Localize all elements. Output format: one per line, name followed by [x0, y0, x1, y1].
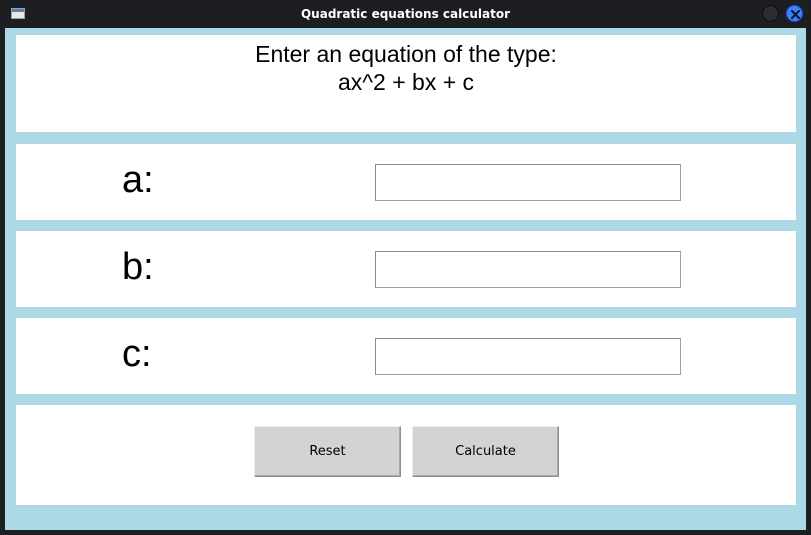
calculate-button[interactable]: Calculate — [412, 426, 559, 477]
coefficient-b-row: b: — [16, 231, 796, 307]
title-bar[interactable]: Quadratic equations calculator — [0, 0, 811, 28]
reset-button[interactable]: Reset — [254, 426, 401, 477]
coefficient-a-input[interactable] — [375, 164, 681, 201]
app-window: Quadratic equations calculator Enter an … — [0, 0, 811, 535]
header-panel: Enter an equation of the type: ax^2 + bx… — [16, 35, 796, 132]
client-area: Enter an equation of the type: ax^2 + bx… — [5, 28, 806, 530]
minimize-button[interactable] — [762, 5, 779, 22]
coefficient-a-row: a: — [16, 144, 796, 220]
button-panel: Reset Calculate — [16, 405, 796, 505]
close-button[interactable] — [786, 5, 803, 22]
instruction-text: Enter an equation of the type: — [255, 41, 557, 67]
coefficient-a-label: a: — [122, 159, 154, 201]
coefficient-b-input[interactable] — [375, 251, 681, 288]
coefficient-c-label: c: — [122, 333, 152, 375]
window-title: Quadratic equations calculator — [300, 7, 510, 21]
coefficient-b-label: b: — [122, 246, 154, 288]
coefficient-c-input[interactable] — [375, 338, 681, 375]
equation-form-text: ax^2 + bx + c — [337, 69, 475, 95]
coefficient-c-row: c: — [16, 318, 796, 394]
close-x-icon — [790, 9, 801, 20]
